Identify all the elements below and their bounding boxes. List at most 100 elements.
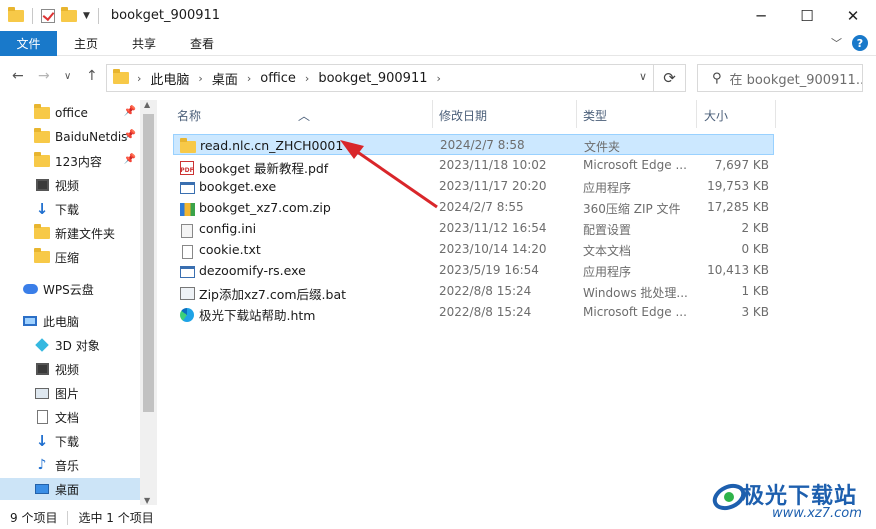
file-size: 1 KB — [741, 284, 769, 298]
divider — [32, 7, 33, 24]
file-row[interactable]: read.nlc.cn_ZHCH0001 2024/2/7 8:58 文件夹 — [173, 134, 774, 155]
search-box[interactable]: ⚲ 在 bookget_900911... — [697, 64, 863, 92]
chevron-right-icon[interactable]: › — [437, 72, 441, 85]
sidebar-item[interactable]: WPS云盘 — [0, 278, 140, 300]
file-name: read.nlc.cn_ZHCH0001 — [200, 138, 344, 153]
minimize-button[interactable]: ─ — [738, 0, 784, 31]
new-folder-icon[interactable] — [61, 6, 77, 22]
file-row[interactable]: bookget.exe 2023/11/17 20:20 应用程序 19,753 KB — [173, 176, 773, 197]
search-input[interactable]: 在 bookget_900911... — [730, 69, 862, 88]
sidebar-item-label: 图片 — [55, 386, 80, 401]
pin-icon: 📌 — [123, 154, 136, 165]
sidebar-item[interactable]: 桌面 — [0, 478, 140, 500]
file-type: 配置设置 — [583, 223, 632, 237]
sidebar-item[interactable]: office 📌 — [0, 102, 140, 124]
sidebar-item-label: BaiduNetdis — [55, 130, 128, 144]
file-date: 2023/10/14 14:20 — [439, 242, 547, 256]
column-divider[interactable] — [576, 100, 577, 128]
file-size: 7,697 KB — [714, 158, 769, 172]
video-icon — [34, 362, 50, 376]
zip-icon — [179, 200, 195, 216]
tab-file[interactable]: 文件 — [0, 30, 57, 56]
breadcrumb-current[interactable]: bookget_900911 — [318, 71, 427, 86]
file-row[interactable]: config.ini 2023/11/12 16:54 配置设置 2 KB — [173, 218, 773, 239]
sidebar-item[interactable]: 压缩 — [0, 246, 140, 268]
sidebar-item[interactable]: 图片 — [0, 382, 140, 404]
forward-icon[interactable]: → — [38, 68, 50, 84]
download-icon: ↓ — [35, 199, 49, 218]
scrollbar-thumb[interactable] — [143, 114, 154, 412]
file-row[interactable]: dezoomify-rs.exe 2023/5/19 16:54 应用程序 10,41… — [173, 260, 773, 281]
file-row[interactable]: bookget_xz7.com.zip 2024/2/7 8:55 360压缩 ZI… — [173, 197, 773, 218]
file-row[interactable]: Zip添加xz7.com后缀.bat 2022/8/8 15:24 Windows … — [173, 281, 773, 302]
pin-icon: 📌 — [123, 130, 136, 141]
column-date[interactable]: 修改日期 — [439, 107, 487, 124]
sidebar-item[interactable]: 视频 — [0, 358, 140, 380]
folder-icon — [180, 138, 196, 153]
chevron-right-icon[interactable]: › — [247, 72, 251, 85]
file-name: 极光下载站帮助.htm — [199, 308, 316, 323]
file-row[interactable]: 极光下载站帮助.htm 2022/8/8 15:24 Microsoft Edge … — [173, 302, 773, 323]
sidebar-item[interactable]: ↓ 下载 — [0, 198, 140, 220]
chevron-right-icon[interactable]: › — [198, 72, 202, 85]
chevron-down-icon[interactable]: ∨ — [639, 70, 647, 83]
column-divider[interactable] — [696, 100, 697, 128]
sidebar-item-label: office — [55, 106, 88, 120]
sidebar-item-label: 音乐 — [55, 458, 80, 473]
scroll-down-icon[interactable]: ▼ — [144, 496, 150, 505]
close-button[interactable]: ✕ — [830, 0, 876, 31]
file-row[interactable]: cookie.txt 2023/10/14 14:20 文本文档 0 KB — [173, 239, 773, 260]
watermark-url: www.xz7.com — [772, 506, 862, 521]
scroll-up-icon[interactable]: ▲ — [144, 100, 150, 109]
sidebar-item-label: 3D 对象 — [55, 338, 100, 353]
chevron-right-icon[interactable]: › — [137, 72, 141, 85]
file-type: 文件夹 — [584, 140, 621, 154]
item-count: 9 个项目 — [10, 511, 58, 525]
documents-icon — [34, 410, 50, 424]
column-type[interactable]: 类型 — [583, 107, 607, 124]
sidebar-item-label: 下载 — [55, 202, 80, 217]
maximize-button[interactable]: ☐ — [784, 0, 830, 31]
sidebar-item[interactable]: BaiduNetdis 📌 — [0, 126, 140, 148]
expand-ribbon-icon[interactable]: ﹀ — [831, 35, 842, 51]
sidebar-item[interactable]: 视频 — [0, 174, 140, 196]
column-size[interactable]: 大小 — [704, 107, 728, 124]
customize-toolbar-icon[interactable]: ▼ — [83, 11, 90, 21]
up-icon[interactable]: ↑ — [86, 68, 98, 84]
sidebar-item[interactable]: 新建文件夹 — [0, 222, 140, 244]
breadcrumb-office[interactable]: office — [260, 71, 296, 86]
sidebar-item[interactable]: 123内容 📌 — [0, 150, 140, 172]
breadcrumb-this-pc[interactable]: 此电脑 — [150, 69, 189, 88]
desktop-icon — [34, 482, 50, 496]
sidebar-scrollbar[interactable]: ▲ ▼ — [140, 100, 157, 505]
quick-access-toolbar: ▼ — [0, 0, 101, 31]
breadcrumb-desktop[interactable]: 桌面 — [212, 69, 238, 88]
back-icon[interactable]: ← — [12, 68, 24, 84]
sidebar-item[interactable]: 文档 — [0, 406, 140, 428]
sidebar-item[interactable]: ↓ 下载 — [0, 430, 140, 452]
properties-icon[interactable] — [41, 8, 55, 23]
tab-home[interactable]: 主页 — [57, 31, 115, 56]
sidebar-item-label: 压缩 — [55, 250, 80, 265]
recent-locations-icon[interactable]: ∨ — [64, 71, 71, 82]
tab-share[interactable]: 共享 — [115, 31, 173, 56]
address-bar[interactable]: › 此电脑 › 桌面 › office › bookget_900911 › ∨… — [106, 64, 686, 92]
sidebar-item[interactable]: ♪ 音乐 — [0, 454, 140, 476]
sidebar-item[interactable]: 3D 对象 — [0, 334, 140, 356]
column-name[interactable]: 名称 — [177, 107, 201, 124]
chevron-right-icon[interactable]: › — [305, 72, 309, 85]
file-row[interactable]: PDF bookget 最新教程.pdf 2023/11/18 10:02 Micro… — [173, 155, 773, 176]
watermark-logo-icon — [712, 483, 746, 511]
file-size: 10,413 KB — [707, 263, 769, 277]
file-size: 17,285 KB — [707, 200, 769, 214]
pin-icon: 📌 — [123, 106, 136, 117]
column-divider[interactable] — [432, 100, 433, 128]
refresh-button[interactable]: ⟳ — [653, 65, 685, 91]
file-name: dezoomify-rs.exe — [199, 263, 306, 278]
bat-icon — [179, 284, 195, 300]
help-icon[interactable]: ? — [852, 35, 868, 51]
search-icon: ⚲ — [712, 70, 722, 86]
column-divider[interactable] — [775, 100, 776, 128]
sidebar-item[interactable]: 此电脑 — [0, 310, 140, 332]
tab-view[interactable]: 查看 — [173, 31, 231, 56]
